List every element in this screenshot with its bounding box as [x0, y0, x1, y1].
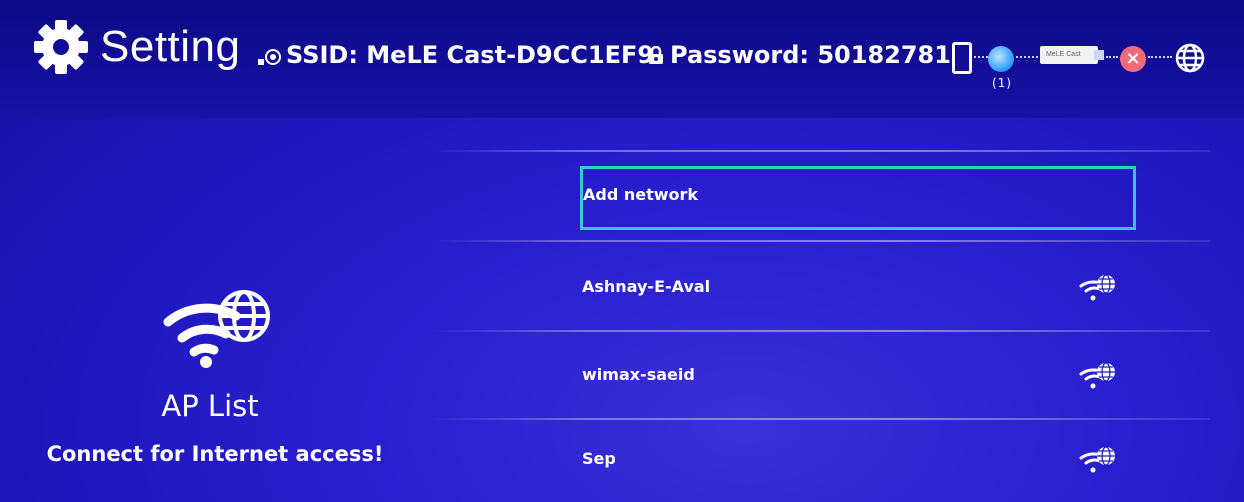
divider	[430, 330, 1210, 332]
connection-line	[1106, 56, 1118, 58]
network-item-sep[interactable]: Sep	[580, 430, 1136, 494]
network-label: Sep	[582, 449, 616, 468]
page-title: Setting	[100, 22, 241, 71]
divider	[430, 418, 1210, 420]
divider	[430, 240, 1210, 242]
network-item-ashnay-e-aval[interactable]: Ashnay-E-Aval	[580, 258, 1136, 322]
wifi-globe-icon	[1079, 362, 1115, 389]
ap-list-title: AP List	[161, 389, 259, 423]
dongle-icon: MeLE Cast	[1040, 46, 1098, 64]
connection-status-bar: (1) MeLE Cast ×	[946, 36, 1216, 96]
wifi-globe-icon	[1079, 446, 1115, 473]
wifi-globe-icon	[1079, 274, 1115, 301]
dongle-label: MeLE Cast	[1046, 51, 1081, 58]
router-icon	[988, 46, 1014, 72]
wifi-globe-icon	[163, 290, 270, 368]
top-bar: Setting SSID: MeLE Cast-D9CC1EF9 Passwor…	[0, 0, 1244, 118]
divider	[430, 150, 1210, 152]
dongle-connector	[1094, 50, 1104, 60]
lock-icon	[649, 46, 663, 64]
connection-line	[1148, 56, 1172, 58]
globe-icon	[1175, 43, 1205, 73]
ap-list-subtitle: Connect for Internet access!	[46, 442, 384, 466]
connection-line	[974, 56, 988, 58]
phone-icon	[952, 42, 972, 74]
network-item-wimax-saeid[interactable]: wimax-saeid	[580, 346, 1136, 410]
network-label: Ashnay-E-Aval	[582, 277, 711, 296]
connection-line	[1016, 56, 1038, 58]
network-label: Add network	[583, 185, 699, 204]
gear-icon[interactable]	[32, 18, 90, 76]
password-label: Password: 50182781	[670, 41, 951, 69]
network-label: wimax-saeid	[582, 365, 695, 384]
disconnected-x-icon: ×	[1120, 46, 1146, 72]
connected-count: (1)	[992, 76, 1012, 90]
wifi-hotspot-icon	[258, 49, 281, 65]
ssid-label: SSID: MeLE Cast-D9CC1EF9	[286, 41, 655, 69]
add-network-button[interactable]: Add network	[580, 166, 1136, 230]
